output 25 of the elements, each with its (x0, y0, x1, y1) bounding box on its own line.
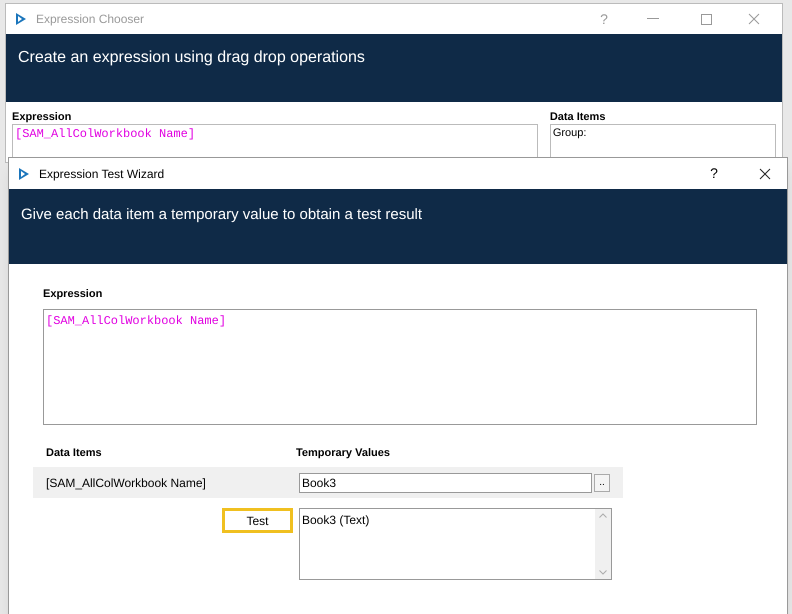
window-title: Expression Test Wizard (39, 166, 164, 182)
scroll-up-icon[interactable] (599, 513, 607, 518)
test-button[interactable]: Test (222, 508, 293, 533)
close-icon[interactable] (759, 168, 771, 180)
window-title: Expression Chooser (36, 11, 144, 28)
header-text: Give each data item a temporary value to obtain a test result (21, 206, 422, 223)
help-button[interactable]: ? (699, 163, 729, 184)
result-text: Book3 (Text) (301, 512, 370, 529)
field-label: Expression (12, 110, 72, 124)
field-label: Data Items (550, 110, 606, 124)
group-label: Group: (552, 127, 586, 139)
browse-button[interactable]: .. (594, 474, 610, 492)
scroll-down-icon[interactable] (599, 570, 607, 575)
value-field[interactable]: Book3 (299, 472, 592, 492)
expression-field[interactable]: [SAM_AllColWorkbook Name] (43, 308, 757, 424)
app-logo-icon (17, 166, 31, 180)
column-header: Temporary Values (296, 446, 390, 460)
maximize-icon[interactable] (701, 14, 712, 24)
app-logo-icon (14, 12, 28, 26)
data-item-name: [SAM_AllColWorkbook Name] (45, 474, 207, 492)
minimize-icon[interactable] (647, 18, 659, 20)
header-text: Create an expression using drag drop operations (18, 49, 365, 66)
field-label: Expression (43, 287, 104, 302)
scrollbar[interactable] (595, 509, 611, 579)
column-header: Data Items (45, 446, 103, 460)
